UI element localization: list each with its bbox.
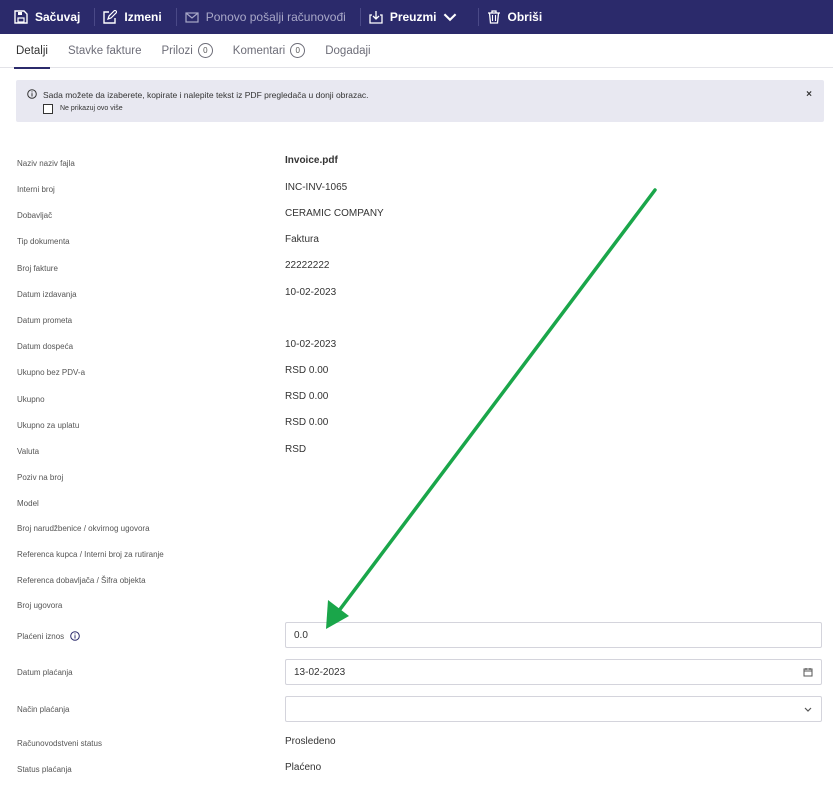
payment-method-label: Način plaćanja (17, 705, 70, 714)
accounting-status-label: Računovodstveni status (17, 739, 102, 748)
tab-label: Komentari (232, 44, 286, 57)
input-value: 0.0 (294, 629, 308, 641)
field-label: Broj fakture (17, 264, 58, 273)
resend-label: Ponovo pošalji računovođi (205, 10, 346, 24)
field-label: Model (17, 499, 39, 508)
notice-text: Sada možete da izaberete, kopirate i nal… (43, 90, 369, 100)
trash-icon (487, 10, 500, 24)
field-value: Faktura (285, 234, 319, 245)
field-value: Invoice.pdf (285, 155, 338, 166)
field-value: 10-02-2023 (285, 339, 337, 350)
field-value: 10-02-2023 (285, 287, 337, 298)
toolbar: Sačuvaj Izmeni Ponovo pošalji računovođi… (0, 0, 833, 34)
chevron-down-icon (804, 707, 812, 712)
save-icon (14, 10, 28, 24)
tab-events[interactable]: Dogadaji (325, 34, 370, 68)
payment-status-value: Plaćeno (285, 762, 322, 773)
checkbox-label: Ne prikazuj ovo više (60, 105, 123, 112)
field-label: Valuta (17, 447, 40, 456)
tab-attachments[interactable]: Prilozi 0 (161, 34, 213, 68)
field-value: RSD 0.00 (285, 365, 329, 376)
info-icon (27, 89, 37, 99)
tab-comments[interactable]: Komentari 0 (232, 34, 306, 68)
label-text: Plaćeni iznos (17, 632, 65, 641)
info-icon[interactable] (70, 631, 81, 641)
field-label: Naziv naziv fajla (17, 159, 75, 168)
mail-icon (185, 12, 199, 23)
field-label: Dobavljač (17, 211, 53, 220)
field-value: RSD 0.00 (285, 417, 329, 428)
toolbar-divider (175, 8, 177, 26)
tab-label: Dogadaji (325, 44, 371, 57)
tab-details[interactable]: Detalji (14, 34, 50, 69)
dont-show-again-checkbox[interactable] (43, 104, 53, 114)
tab-bar: Detalji Stavke fakture Prilozi 0 Komentar… (0, 34, 833, 69)
field-value: RSD 0.00 (285, 391, 329, 402)
delete-button[interactable]: Obriši (485, 0, 551, 34)
arrow-line (336, 188, 657, 614)
field-value: 22222222 (285, 260, 330, 271)
info-notice: Sada možete da izaberete, kopirate i nal… (16, 80, 824, 122)
field-label: Datum prometa (17, 316, 73, 325)
field-label: Referenca dobavljača / Šifra objekta (17, 576, 146, 585)
edit-label: Izmeni (124, 10, 162, 24)
close-icon[interactable]: × (806, 89, 812, 100)
field-label: Broj narudžbenice / okvirnog ugovora (17, 524, 150, 533)
payment-method-select[interactable] (285, 696, 822, 722)
field-label: Interni broj (17, 185, 55, 194)
count-badge: 0 (290, 43, 306, 58)
tab-label: Stavke fakture (67, 44, 142, 57)
download-icon (369, 11, 383, 24)
edit-icon (103, 10, 118, 24)
calendar-icon[interactable] (803, 667, 813, 677)
payment-status-label: Status plaćanja (17, 765, 72, 774)
field-label: Ukupno (17, 395, 45, 404)
edit-button[interactable]: Izmeni (101, 0, 169, 34)
field-label: Datum izdavanja (17, 290, 77, 299)
toolbar-divider (477, 8, 479, 26)
paid-amount-label: Plaćeni iznos (17, 631, 81, 641)
payment-date-input[interactable]: 13-02-2023 (285, 659, 822, 685)
field-label: Referenca kupca / Interni broj za rutira… (17, 550, 164, 559)
tab-label: Prilozi (161, 44, 193, 57)
download-label: Preuzmi (389, 10, 437, 24)
field-label: Ukupno bez PDV-a (17, 368, 86, 377)
input-value: 13-02-2023 (294, 666, 346, 678)
save-label: Sačuvaj (35, 10, 81, 24)
field-value: INC-INV-1065 (285, 182, 348, 193)
delete-label: Obriši (507, 10, 543, 24)
field-label: Tip dokumenta (17, 237, 70, 246)
chevron-down-icon (443, 13, 456, 22)
tab-invoice-items[interactable]: Stavke fakture (68, 34, 142, 68)
paid-amount-input[interactable]: 0.0 (285, 622, 822, 648)
count-badge: 0 (197, 43, 213, 58)
field-value: CERAMIC COMPANY (285, 208, 384, 219)
tab-label: Detalji (16, 44, 48, 57)
download-dropdown-button[interactable]: Preuzmi (367, 0, 472, 34)
toolbar-divider (94, 8, 96, 26)
payment-date-label: Datum plaćanja (17, 668, 73, 677)
field-label: Broj ugovora (17, 601, 63, 610)
save-button[interactable]: Sačuvaj (12, 0, 88, 34)
field-value: RSD (285, 444, 307, 455)
field-label: Ukupno za uplatu (17, 421, 80, 430)
resend-to-accountant-button[interactable]: Ponovo pošalji računovođi (183, 0, 354, 34)
field-label: Poziv na broj (17, 473, 64, 482)
toolbar-divider (359, 8, 361, 26)
accounting-status-value: Prosledeno (285, 736, 336, 747)
field-label: Datum dospeća (17, 342, 74, 351)
